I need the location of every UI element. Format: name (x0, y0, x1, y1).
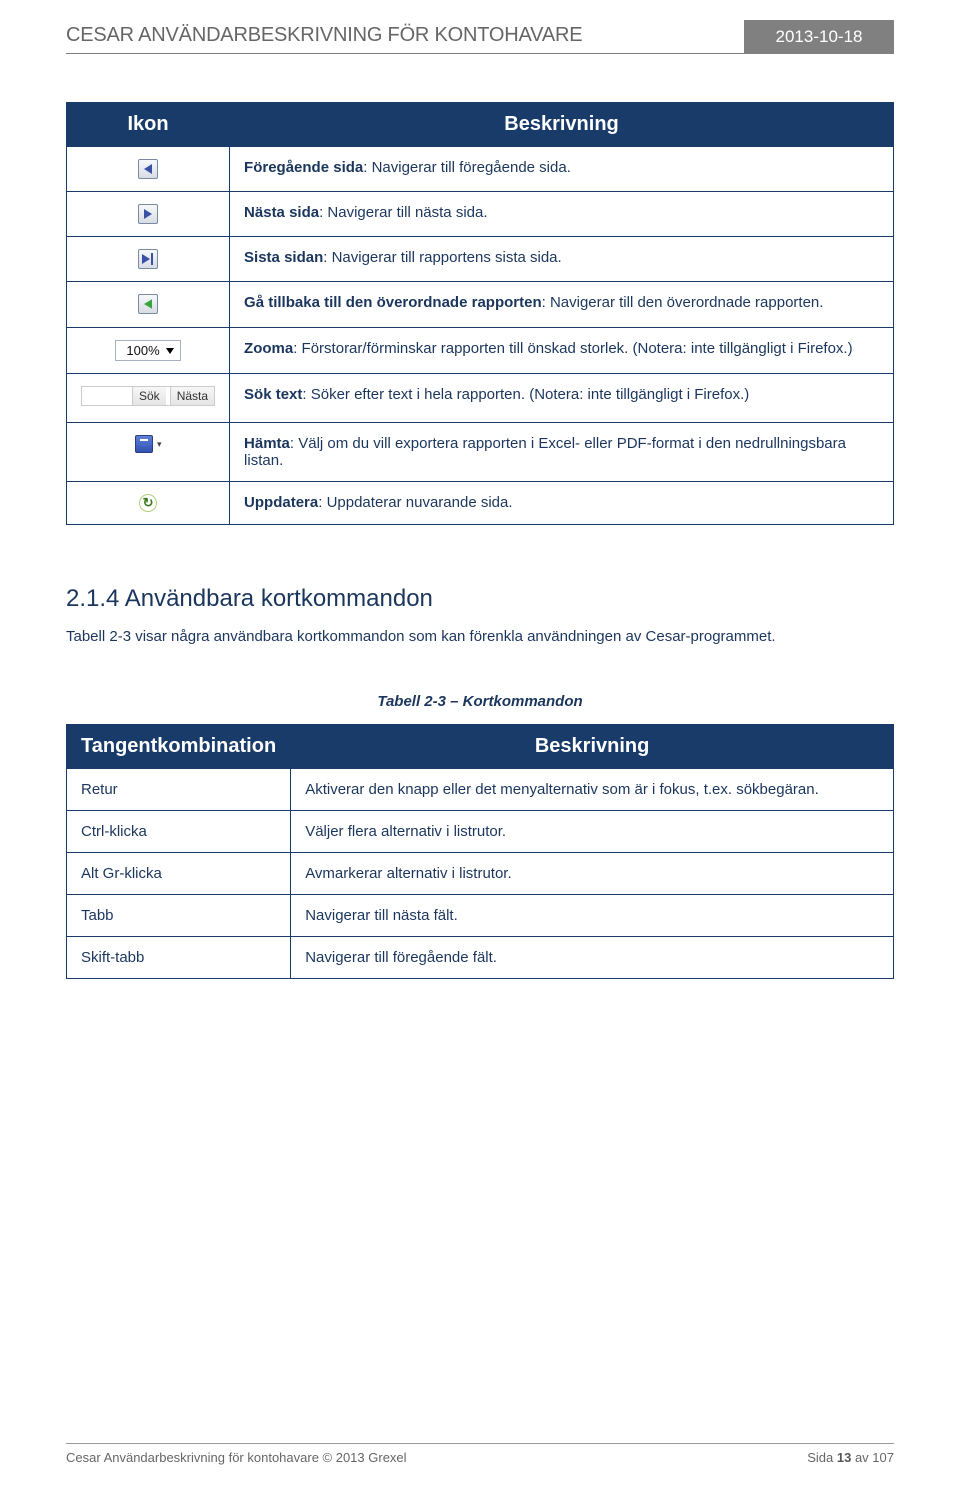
key-ctrl-click: Ctrl-klicka (67, 810, 291, 852)
desc-shift-tab: Navigerar till föregående fält. (291, 936, 894, 978)
table-row: Föregående sida: Navigerar till föregåen… (67, 147, 894, 192)
section-paragraph: Tabell 2-3 visar några användbara kortko… (66, 623, 894, 651)
parent-report-icon (138, 294, 158, 314)
desc-retur: Aktiverar den knapp eller det menyaltern… (291, 768, 894, 810)
page-footer: Cesar Användarbeskrivning för kontohavar… (66, 1443, 894, 1465)
desc-tab: Navigerar till nästa fält. (291, 894, 894, 936)
table-row: Tabb Navigerar till nästa fält. (67, 894, 894, 936)
desc-ctrl: Väljer flera alternativ i listrutor. (291, 810, 894, 852)
key-shift-tab: Skift-tabb (67, 936, 291, 978)
key-tab: Tabb (67, 894, 291, 936)
last-page-icon (138, 249, 158, 269)
desc-zoom: Zooma: Förstorar/förminskar rapporten ti… (230, 328, 894, 374)
doc-date: 2013-10-18 (744, 20, 894, 54)
table-row: Sök Nästa Sök text: Söker efter text i h… (67, 374, 894, 423)
prev-page-icon (138, 159, 158, 179)
desc-altgr: Avmarkerar alternativ i listrutor. (291, 852, 894, 894)
document-header: CESAR ANVÄNDARBESKRIVNING FÖR KONTOHAVAR… (66, 20, 894, 54)
footer-left: Cesar Användarbeskrivning för kontohavar… (66, 1450, 407, 1465)
table-row: Retur Aktiverar den knapp eller det meny… (67, 768, 894, 810)
table-row: 100% Zooma: Förstorar/förminskar rapport… (67, 328, 894, 374)
icon-description-table: Ikon Beskrivning Föregående sida: Navige… (66, 102, 894, 525)
col-ikon-header: Ikon (67, 103, 230, 147)
col-key-desc-header: Beskrivning (291, 724, 894, 768)
export-icon: ▾ (135, 435, 162, 453)
doc-title: CESAR ANVÄNDARBESKRIVNING FÖR KONTOHAVAR… (66, 20, 744, 54)
section-heading: 2.1.4 Användbara kortkommandon (66, 585, 894, 613)
table-row: Gå tillbaka till den överordnade rapport… (67, 282, 894, 328)
table-row: Sista sidan: Navigerar till rapportens s… (67, 237, 894, 282)
refresh-icon: ↻ (139, 494, 157, 512)
shortcut-table: Tangentkombination Beskrivning Retur Akt… (66, 724, 894, 979)
desc-next: Nästa sida: Navigerar till nästa sida. (230, 192, 894, 237)
table2-caption: Tabell 2-3 – Kortkommandon (66, 693, 894, 710)
table-row: ↻ Uppdatera: Uppdaterar nuvarande sida. (67, 482, 894, 525)
desc-refresh: Uppdatera: Uppdaterar nuvarande sida. (230, 482, 894, 525)
table-row: ▾ Hämta: Välj om du vill exportera rappo… (67, 423, 894, 482)
table-row: Nästa sida: Navigerar till nästa sida. (67, 192, 894, 237)
key-retur: Retur (67, 768, 291, 810)
col-desc-header: Beskrivning (230, 103, 894, 147)
zoom-control-icon: 100% (115, 340, 180, 361)
desc-search: Sök text: Söker efter text i hela rappor… (230, 374, 894, 423)
table-row: Alt Gr-klicka Avmarkerar alternativ i li… (67, 852, 894, 894)
footer-right: Sida 13 av 107 (807, 1450, 894, 1465)
search-control-icon: Sök Nästa (81, 386, 215, 406)
key-altgr-click: Alt Gr-klicka (67, 852, 291, 894)
next-page-icon (138, 204, 158, 224)
desc-prev: Föregående sida: Navigerar till föregåen… (230, 147, 894, 192)
desc-export: Hämta: Välj om du vill exportera rapport… (230, 423, 894, 482)
table-row: Ctrl-klicka Väljer flera alternativ i li… (67, 810, 894, 852)
desc-parent: Gå tillbaka till den överordnade rapport… (230, 282, 894, 328)
col-key-header: Tangentkombination (67, 724, 291, 768)
table-row: Skift-tabb Navigerar till föregående fäl… (67, 936, 894, 978)
desc-last: Sista sidan: Navigerar till rapportens s… (230, 237, 894, 282)
